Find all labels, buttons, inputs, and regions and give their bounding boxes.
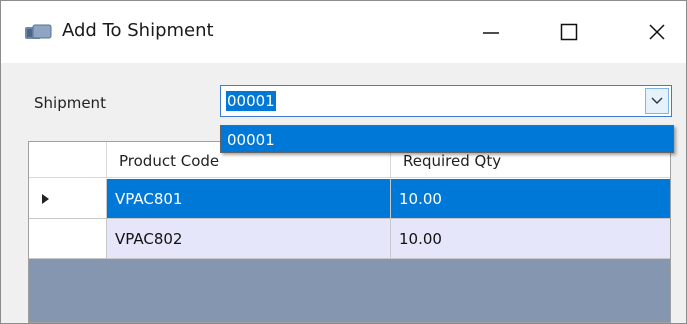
table-row[interactable]: VPAC801 10.00	[29, 179, 670, 219]
dropdown-button[interactable]	[645, 88, 669, 114]
row-header[interactable]	[29, 179, 107, 219]
app-icon	[25, 24, 52, 39]
maximize-icon	[560, 23, 578, 41]
shipment-combobox-value[interactable]: 00001	[226, 91, 276, 111]
grid-empty-area	[29, 259, 670, 322]
products-grid: Product Code Required Qty VPAC801 10.00 …	[28, 141, 671, 323]
grid-corner-header[interactable]	[29, 142, 107, 178]
maximize-button[interactable]	[541, 1, 597, 63]
current-row-indicator-icon	[42, 194, 49, 204]
close-button[interactable]	[629, 1, 685, 63]
table-row[interactable]: VPAC802 10.00	[29, 219, 670, 259]
chevron-down-icon	[651, 97, 663, 104]
dropdown-option[interactable]: 00001	[227, 130, 275, 150]
minimize-button[interactable]	[463, 1, 519, 63]
cell-required-qty[interactable]: 10.00	[391, 219, 670, 259]
title-bar[interactable]: Add To Shipment	[1, 1, 686, 63]
shipment-combobox[interactable]: 00001	[220, 85, 672, 117]
close-icon	[649, 24, 665, 40]
cell-product-code[interactable]: VPAC802	[107, 219, 391, 259]
window-title: Add To Shipment	[62, 20, 214, 41]
row-header[interactable]	[29, 219, 107, 259]
shipment-label: Shipment	[34, 94, 106, 112]
cell-product-code[interactable]: VPAC801	[107, 179, 391, 219]
dialog-window: Add To Shipment Shipment 00001 00001 Pro…	[0, 0, 687, 324]
minimize-icon	[483, 32, 499, 34]
dialog-body: Shipment 00001 00001 Product Code Requir…	[1, 63, 686, 323]
shipment-dropdown-list: 00001	[220, 125, 674, 153]
cell-required-qty[interactable]: 10.00	[391, 179, 670, 219]
